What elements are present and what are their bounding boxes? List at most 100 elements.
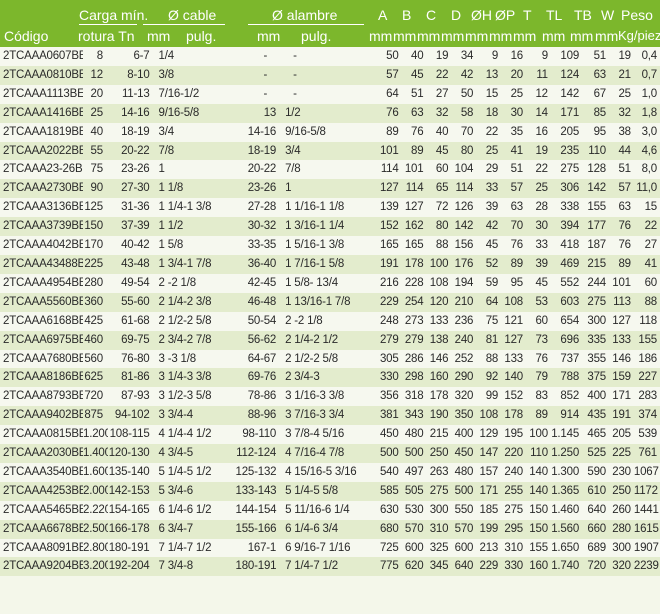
- cell-tl: 654: [550, 311, 583, 331]
- cell-tl: 696: [550, 330, 583, 350]
- cell-c: 310: [426, 519, 452, 539]
- cell-alambre-pulg: 1 5/16-1 3/8: [279, 236, 377, 255]
- cell-c: 108: [426, 273, 452, 293]
- cell-tb: 525: [582, 444, 609, 463]
- header-unit-d: mm: [441, 28, 465, 44]
- cell-tb: 355: [582, 349, 609, 369]
- cell-alambre-mm: 42-45: [235, 273, 280, 293]
- cell-alambre-mm: 133-143: [235, 481, 280, 501]
- cell-codigo: 2TCAAA4954BEZ: [0, 273, 84, 293]
- cell-codigo: 2TCAAA23-26BEZ: [0, 160, 84, 180]
- cell-peso: 118: [633, 311, 660, 331]
- cell-c: 178: [426, 387, 452, 407]
- cell-oh: 129: [476, 425, 502, 445]
- cell-w: 146: [608, 349, 634, 369]
- cell-op: 330: [501, 557, 526, 577]
- cell-w: 320: [608, 557, 634, 577]
- cell-oh: 81: [476, 330, 502, 350]
- cell-alambre-pulg: 1: [279, 179, 377, 199]
- table-row: 2TCAAA2730BEZ9027-301 1/823-261127114651…: [0, 179, 660, 199]
- cell-a: 191: [376, 254, 402, 274]
- cell-rotura: 150: [83, 217, 108, 237]
- table-row: 2TCAAA4042BEZ17040-421 5/833-351 5/16-1 …: [0, 236, 660, 255]
- cell-rotura: 225: [83, 254, 108, 274]
- cell-peso: 27: [633, 236, 660, 255]
- cell-op: 295: [501, 519, 526, 539]
- table-row: 2TCAAA0810BEZ128-103/8--5745224213201112…: [0, 65, 660, 85]
- cell-alambre-mm: 88-96: [235, 406, 280, 426]
- cell-b: 620: [401, 557, 427, 577]
- cell-alambre-mm: 27-28: [235, 198, 280, 218]
- cell-cable-pulg: 7/16-1/2: [152, 84, 236, 104]
- table-row: 2TCAAA2022BEZ5520-227/818-193/4101894580…: [0, 141, 660, 161]
- cell-cable-mm: 6-7: [107, 47, 153, 66]
- cell-tb: 375: [582, 368, 609, 388]
- cell-a: 139: [376, 198, 402, 218]
- cell-alambre-pulg: 2 1/4-2 1/2: [279, 330, 377, 350]
- cell-op: 70: [501, 217, 526, 237]
- cell-op: 140: [501, 368, 526, 388]
- cell-tl: 852: [550, 387, 583, 407]
- cell-d: 58: [451, 103, 477, 123]
- cell-d: 34: [451, 47, 477, 66]
- cell-peso: 227: [633, 368, 660, 388]
- cell-c: 65: [426, 179, 452, 199]
- header-unit-oh: mm: [465, 28, 489, 44]
- cell-tl: 1.300: [550, 462, 583, 482]
- header-c: C: [426, 7, 437, 23]
- cell-oh: 157: [476, 462, 502, 482]
- cell-c: 250: [426, 444, 452, 463]
- cell-rotura: 8: [83, 47, 108, 66]
- cell-alambre-pulg: 1/2: [279, 103, 377, 123]
- cell-rotura: 20: [83, 84, 108, 104]
- cell-alambre-pulg: 1 5/8- 13/4: [279, 273, 377, 293]
- cell-tl: 1.365: [550, 481, 583, 501]
- cell-b: 51: [401, 84, 427, 104]
- cell-rotura: 55: [83, 141, 108, 161]
- cell-codigo: 2TCAAA5465BEZ: [0, 500, 84, 520]
- cell-b: 530: [401, 500, 427, 520]
- cell-tl: 142: [550, 84, 583, 104]
- cell-op: 25: [501, 84, 526, 104]
- cell-tb: 610: [582, 481, 609, 501]
- cell-b: 228: [401, 273, 427, 293]
- cell-a: 229: [376, 292, 402, 312]
- table-row: 2TCAAA3739BEZ15037-391 1/230-321 3/16-1 …: [0, 217, 660, 237]
- cell-codigo: 2TCAAA9204BEZ: [0, 557, 84, 577]
- cell-a: 356: [376, 387, 402, 407]
- cell-a: 500: [376, 444, 402, 463]
- table-row: 2TCAAA0607BEZ86-71/4--504019349169109511…: [0, 47, 660, 66]
- cell-alambre-pulg: 3 7/8-4 5/16: [279, 425, 377, 445]
- cell-c: 60: [426, 160, 452, 180]
- cell-cable-mm: 108-115: [107, 425, 153, 445]
- cell-c: 32: [426, 103, 452, 123]
- cell-oh: 92: [476, 368, 502, 388]
- header-kg-pieza: Kg/pieza: [618, 28, 660, 43]
- header-unit-c: mm: [417, 28, 441, 44]
- cell-tb: 689: [582, 538, 609, 558]
- cell-peso: 1067: [633, 462, 660, 482]
- cell-w: 280: [608, 519, 634, 539]
- cell-a: 585: [376, 481, 402, 501]
- cell-oh: 42: [476, 217, 502, 237]
- cell-b: 497: [401, 462, 427, 482]
- header-cable: Ø cable: [168, 7, 217, 23]
- cell-peso: 761: [633, 444, 660, 463]
- cell-w: 133: [608, 330, 634, 350]
- cell-t: 19: [526, 141, 551, 161]
- cell-peso: 1907: [633, 538, 660, 558]
- cell-c: 19: [426, 47, 452, 66]
- cell-op: 220: [501, 444, 526, 463]
- table-row: 2TCAAA6168BEZ42561-682 1/2-2 5/850-542 -…: [0, 311, 660, 331]
- cell-t: 160: [526, 557, 551, 577]
- cell-peso: 1441: [633, 500, 660, 520]
- table-row: 2TCAAA7680BEZ56076-803 -3 1/864-672 1/2-…: [0, 349, 660, 369]
- cell-cable-mm: 87-93: [107, 387, 153, 407]
- cell-c: 345: [426, 557, 452, 577]
- cell-peso: 11,0: [633, 179, 660, 199]
- cell-alambre-mm: 20-22: [235, 160, 280, 180]
- cell-w: 57: [608, 179, 634, 199]
- cell-rotura: 25: [83, 103, 108, 123]
- cell-cable-pulg: 2 1/2-2 5/8: [152, 311, 236, 331]
- cell-a: 279: [376, 330, 402, 350]
